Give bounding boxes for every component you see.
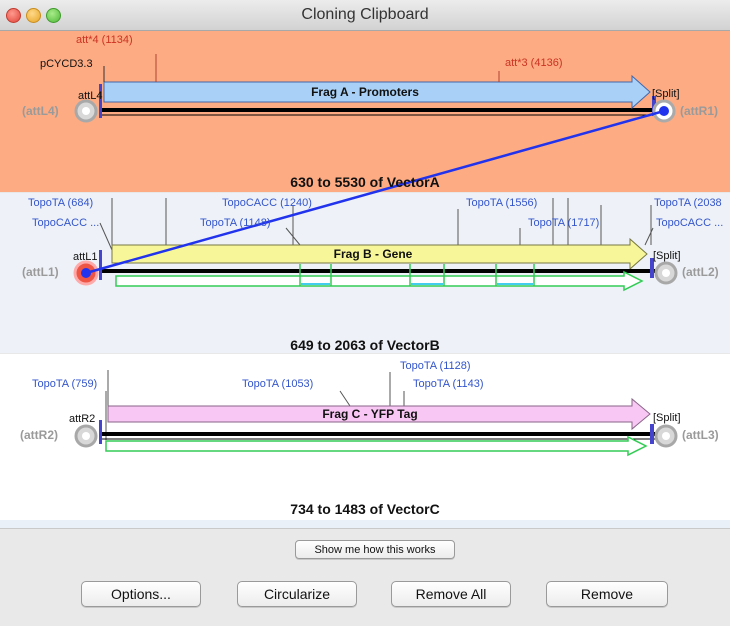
remove-button[interactable]: Remove xyxy=(546,581,668,607)
split-label: [Split] xyxy=(652,88,680,100)
feature-label[interactable]: TopoTA (1053) xyxy=(242,378,313,390)
feature-label[interactable]: TopoTA (1143) xyxy=(413,378,484,390)
left-site-label: attL4 xyxy=(78,90,103,102)
right-end-label: (attL2) xyxy=(682,265,719,279)
feature-label[interactable]: TopoCACC ... xyxy=(32,217,99,229)
feature-label[interactable]: TopoTA (1556) xyxy=(466,197,537,209)
vector-label: pCYCD3.3 xyxy=(40,58,93,70)
feature-label[interactable]: TopoTA (2038 xyxy=(654,197,722,209)
fragment-arrow-c[interactable]: Frag C - YFP Tag xyxy=(114,406,626,422)
feature-label[interactable]: att*3 (4136) xyxy=(505,57,562,69)
range-label-c: 734 to 1483 of VectorC xyxy=(290,501,440,517)
left-site-label: attL1 xyxy=(73,251,98,263)
feature-label[interactable]: TopoTA (1717) xyxy=(528,217,599,229)
feature-label[interactable]: TopoCACC ... xyxy=(656,217,723,229)
panel-b-map xyxy=(73,198,678,292)
split-label: [Split] xyxy=(653,250,681,262)
right-end-label: (attR1) xyxy=(680,104,718,118)
feature-label[interactable]: TopoTA (684) xyxy=(28,197,93,209)
range-label-a: 630 to 5530 of VectorA xyxy=(290,174,440,190)
fragment-arrow-a[interactable]: Frag A - Promoters xyxy=(110,82,620,102)
feature-label[interactable]: TopoTA (759) xyxy=(32,378,97,390)
left-end-label: (attR2) xyxy=(20,428,58,442)
left-end-label: (attL4) xyxy=(22,104,59,118)
feature-label[interactable]: TopoTA (1148) xyxy=(200,217,271,229)
feature-label[interactable]: TopoCACC (1240) xyxy=(222,197,312,209)
split-label: [Split] xyxy=(653,412,681,424)
fragment-arrow-b[interactable]: Frag B - Gene xyxy=(118,245,628,263)
help-button[interactable]: Show me how this works xyxy=(295,540,455,559)
options-button[interactable]: Options... xyxy=(81,581,201,607)
feature-label[interactable]: att*4 (1134) xyxy=(76,34,133,46)
fragment-map-graphics xyxy=(73,54,678,457)
range-label-b: 649 to 2063 of VectorB xyxy=(290,337,440,353)
right-end-label: (attL3) xyxy=(682,428,719,442)
circularize-button[interactable]: Circularize xyxy=(237,581,357,607)
remove-all-button[interactable]: Remove All xyxy=(391,581,511,607)
left-site-label: attR2 xyxy=(69,413,96,425)
feature-label[interactable]: TopoTA (1128) xyxy=(400,360,471,372)
left-end-label: (attL1) xyxy=(22,265,59,279)
